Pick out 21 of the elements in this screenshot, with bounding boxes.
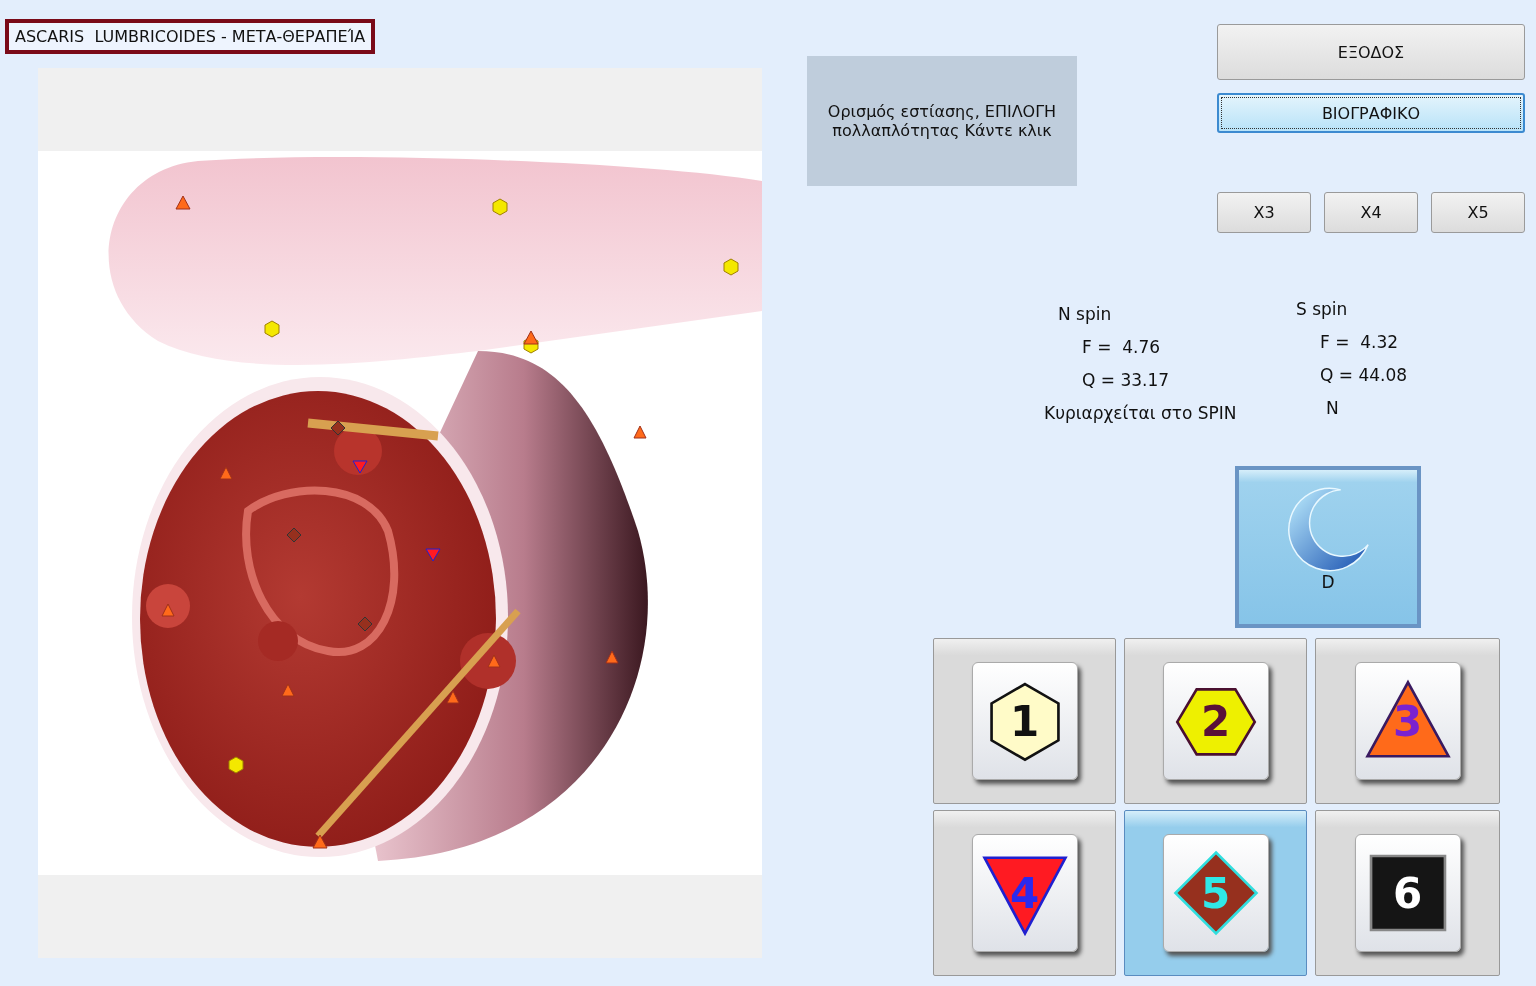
q-value: Q = 44.08 (1319, 364, 1409, 387)
marker-filter-button[interactable]: 2 (1124, 638, 1307, 804)
exit-button[interactable]: ΕΞΟΔΟΣ (1217, 24, 1525, 80)
f-value: F = 4.76 (1081, 336, 1162, 359)
window-title: ASCARIS LUMBRICOIDES - ΜΕΤΑ-ΘΕΡΑΠΕΊΑ (5, 19, 376, 54)
q-value: Q = 33.17 (1081, 369, 1171, 392)
marker-filter-button[interactable]: 6 (1315, 810, 1500, 976)
info-box: Ορισμός εστίασης, ΕΠΙΛΟΓΗ πολλαπλότητας Κάντε κλικ (807, 56, 1077, 186)
mode-button[interactable]: D (1235, 466, 1421, 628)
dominant-value: N (1325, 397, 1340, 420)
dominant-label: Κυριαρχείται στο SPIN (1044, 402, 1238, 425)
biography-button[interactable]: ΒΙΟΓΡΑΦΙΚΟ (1217, 93, 1525, 133)
zoom-button[interactable]: X5 (1431, 192, 1525, 233)
f-value: F = 4.32 (1319, 331, 1400, 354)
marker-filter-button[interactable]: 5 (1124, 810, 1307, 976)
spin-title: S spin (1296, 298, 1349, 321)
spin-title: N spin (1057, 303, 1113, 326)
zoom-button[interactable]: X4 (1324, 192, 1418, 233)
zoom-button[interactable]: X3 (1217, 192, 1311, 233)
marker-shape-icon (1171, 849, 1260, 937)
marker-filter-button[interactable]: 1 (933, 638, 1116, 804)
